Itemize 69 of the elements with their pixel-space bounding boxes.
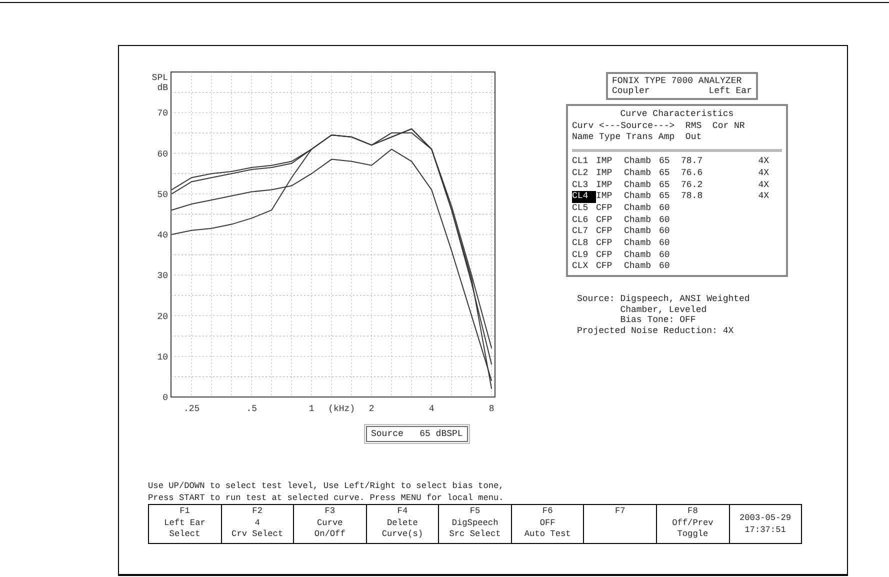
source-info-line: Source: Digspeech, ANSI Weighted	[577, 294, 751, 305]
table-cell-text: Chamb	[624, 202, 652, 215]
source-info-line: Projected Noise Reduction: 4X	[577, 326, 735, 336]
table-cell-text: Chamb	[624, 250, 652, 262]
x-axis-label: (kHz)	[328, 404, 356, 413]
table-cell: 76.2	[681, 180, 703, 190]
table-cell-text: Chamb	[624, 191, 652, 203]
column-header: Curv <---Source---> RMS Cor NR	[572, 120, 746, 132]
table-title: Curve Characteristics	[619, 109, 735, 121]
table-cell-text: CFP	[596, 238, 614, 250]
table-cell-text: 60	[659, 261, 671, 274]
table-cell-text: Chamb	[624, 226, 652, 238]
table-cell: 76.6	[681, 168, 703, 178]
table-cell: 4X	[758, 191, 769, 202]
instruction-text: Press START to run test at selected curve. Press MENU for local menu.	[148, 492, 505, 504]
mode-label: Coupler	[612, 86, 650, 96]
x-tick-label: 1	[308, 404, 314, 413]
table-cell-text: 65	[659, 168, 671, 180]
column-header: Name Type Trans Amp Out	[572, 132, 703, 144]
table-cell-text: IMP	[596, 191, 614, 203]
y-tick-label: 30	[157, 271, 168, 282]
table-cell-text: 60	[659, 202, 671, 215]
table-cell-text: 65	[659, 180, 671, 192]
table-cell-text: CFP	[596, 226, 614, 238]
table-cell-text: CFP	[596, 202, 614, 215]
table-cell-text: CFP	[596, 250, 614, 262]
y-tick-label: 70	[157, 108, 168, 119]
y-tick-label: 10	[157, 352, 168, 362]
y-tick-label: 40	[157, 230, 168, 240]
table-cell-text: Chamb	[624, 156, 652, 168]
source-level-label: Source 65 dBSPL	[366, 426, 468, 442]
table-cell-text: Chamb	[624, 168, 652, 180]
date-time-display: 2003-05-29 17:37:51	[738, 512, 792, 536]
table-cell: 4X	[758, 180, 769, 190]
y-tick-label: 0	[162, 393, 168, 403]
table-cell-text: 65	[659, 156, 671, 168]
table-cell-text: 60	[659, 238, 671, 250]
table-cell: 78.8	[681, 191, 703, 202]
table-cell-text: 60	[659, 226, 671, 238]
analyzer-title: FONIX TYPE 7000 ANALYZER	[612, 76, 743, 86]
table-cell: 4X	[758, 168, 769, 178]
table-cell: 78.7	[681, 156, 703, 166]
table-cell-text: CFP	[596, 261, 614, 274]
y-tick-label: 50	[157, 190, 168, 200]
table-cell-text: IMP	[596, 180, 614, 192]
table-cell-text: Chamb	[624, 180, 652, 192]
table-cell-text: Chamb	[624, 214, 652, 226]
table-cell-text: 65	[659, 191, 671, 203]
table-cell-text: Chamb	[624, 238, 652, 250]
y-axis-label: dB	[157, 83, 168, 93]
x-tick-label: .25	[184, 404, 200, 413]
table-cell-text: IMP	[596, 156, 614, 168]
table-cell-text: Chamb	[624, 261, 652, 274]
x-tick-label: 2	[368, 404, 374, 413]
x-tick-label: 8	[488, 404, 494, 413]
table-cell-text: 60	[659, 214, 671, 226]
source-info-line: Chamber, Leveled	[619, 304, 708, 316]
y-tick-label: 20	[157, 312, 168, 322]
table-cell: 4X	[758, 156, 769, 166]
table-cell-text: CFP	[596, 214, 614, 226]
x-tick-label: .5	[246, 404, 257, 413]
source-info-line: Bias Tone: OFF	[619, 315, 697, 326]
ear-label: Left Ear	[708, 86, 752, 96]
table-cell-text: 60	[659, 250, 671, 262]
y-tick-label: 60	[157, 149, 168, 160]
table-cell-text: IMP	[596, 168, 614, 180]
instruction-text: Use UP/DOWN to select test level, Use Left/Right to select bias tone,	[148, 480, 505, 492]
x-tick-label: 4	[428, 404, 434, 413]
y-axis-label: SPL	[152, 73, 168, 83]
